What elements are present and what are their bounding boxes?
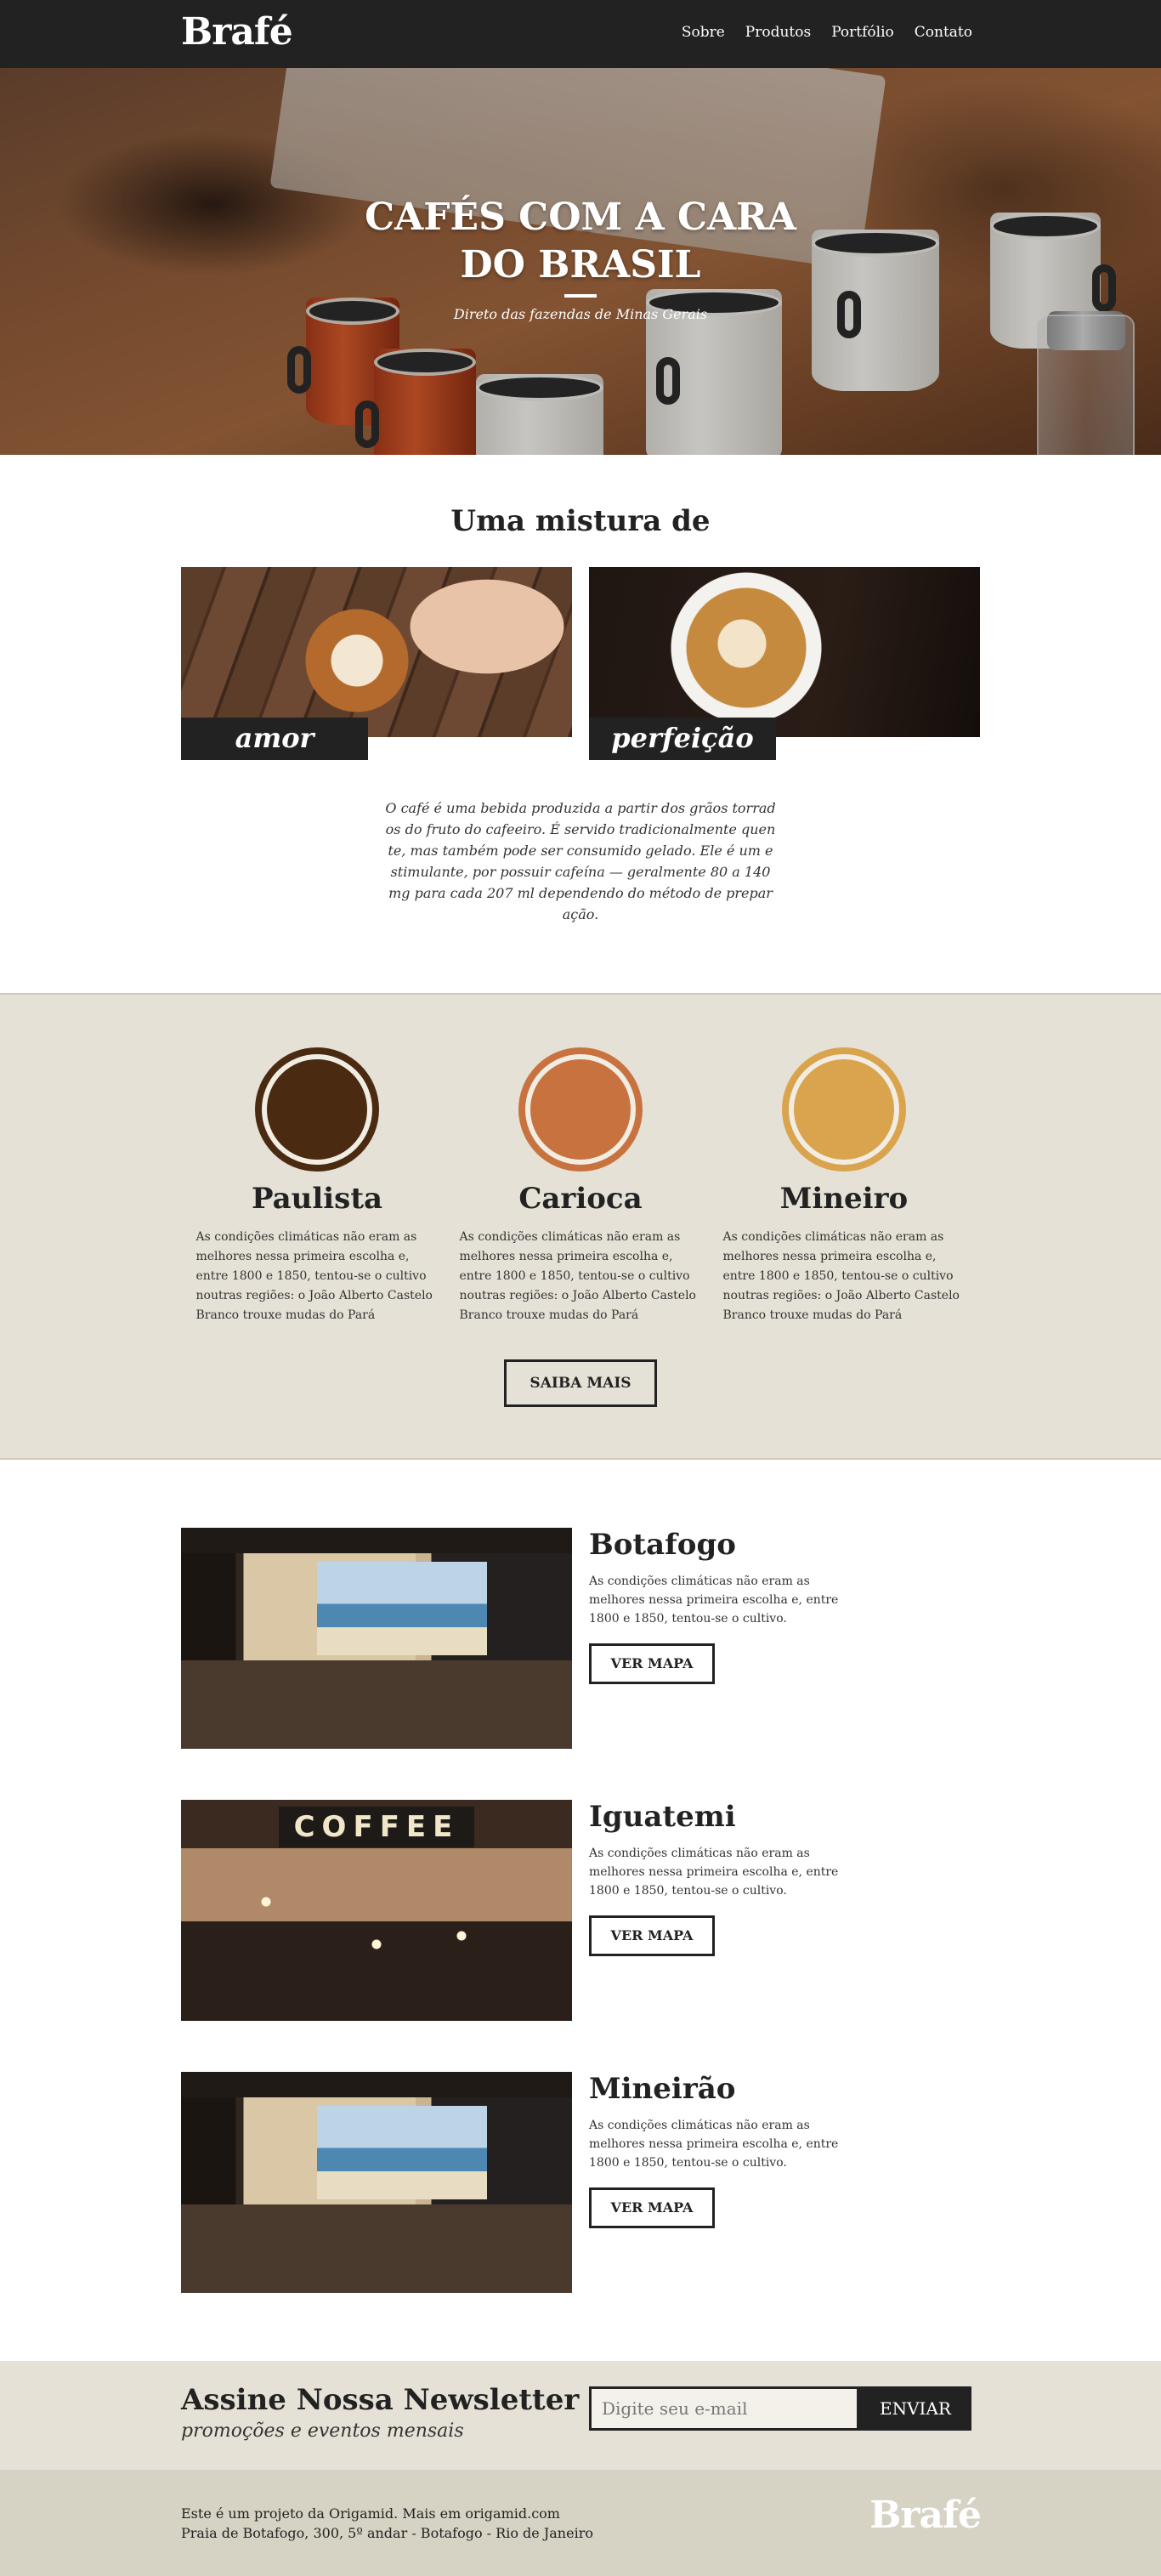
origin-description: As condições climáticas não eram as melh…	[722, 1230, 960, 1322]
origin-description: As condições climáticas não eram as melh…	[195, 1230, 433, 1322]
latte-pour-image	[589, 567, 980, 737]
footer-credit: Este é um projeto da Origamid. Mais em o…	[181, 2505, 560, 2522]
hero-subtitle: Direto das fazendas de Minas Gerais	[453, 306, 708, 322]
nav-link-sobre[interactable]: Sobre	[682, 24, 725, 41]
newsletter-title: Assine Nossa Newsletter	[181, 2383, 580, 2417]
mix-card-amor: amor	[181, 567, 572, 760]
mix-card-label: amor	[181, 718, 368, 760]
email-input[interactable]	[589, 2386, 859, 2431]
hero-content: CAFÉS COM A CARA DO BRASIL Direto das fa…	[0, 194, 1161, 322]
nav-link-contato[interactable]: Contato	[915, 24, 972, 41]
location-description: As condições climáticas não eram as melh…	[589, 2119, 839, 2170]
origins-section: Paulista As condições climáticas não era…	[0, 993, 1161, 1460]
mix-card-perfeicao: perfeição	[589, 567, 980, 760]
hero-title: CAFÉS COM A CARA DO BRASIL	[365, 196, 796, 287]
site-header: Brafé Sobre Produtos Portfólio Contato	[0, 0, 1161, 68]
nav-link-produtos[interactable]: Produtos	[745, 24, 811, 41]
origin-item: Mineiro As condições climáticas não eram…	[723, 1054, 966, 1325]
origin-name: Paulista	[251, 1182, 383, 1216]
origin-item: Carioca As condições climáticas não eram…	[460, 1054, 702, 1325]
enviar-button[interactable]: ENVIAR	[859, 2386, 971, 2431]
main-nav: Sobre Produtos Portfólio Contato	[682, 24, 972, 41]
intro-paragraph: O café é uma bebida produzida a partir d…	[385, 800, 776, 922]
location-description: As condições climáticas não eram as melh…	[589, 1847, 839, 1898]
intro-section: Uma mistura de amor perfeição O café é u…	[0, 455, 1161, 993]
footer-info: Este é um projeto da Origamid. Mais em o…	[181, 2504, 593, 2543]
footer-logo: Brafé	[869, 2494, 982, 2537]
location-description: As condições climáticas não eram as melh…	[589, 1575, 839, 1626]
brand-logo[interactable]: Brafé	[181, 10, 293, 54]
saiba-mais-button[interactable]: SAIBA MAIS	[504, 1359, 657, 1407]
hero-divider	[564, 294, 597, 298]
origin-color-circle	[262, 1054, 372, 1165]
nav-link-portfolio[interactable]: Portfólio	[831, 24, 894, 41]
location-item: Botafogo As condições climáticas não era…	[181, 1528, 1161, 1749]
ver-mapa-button[interactable]: VER MAPA	[589, 2187, 715, 2228]
origin-color-circle	[789, 1054, 899, 1165]
mix-cards: amor perfeição	[0, 567, 1161, 760]
newsletter-form: ENVIAR	[589, 2386, 971, 2431]
footer-address: Praia de Botafogo, 300, 5º andar - Botaf…	[181, 2525, 593, 2541]
intro-title: Uma mistura de	[450, 504, 711, 538]
location-photo	[181, 1528, 572, 1749]
newsletter-section: Assine Nossa Newsletter promoções e even…	[0, 2361, 1161, 2470]
location-item: COFFEE Iguatemi As condições climáticas …	[181, 1800, 1161, 2021]
location-item: Mineirão As condições climáticas não era…	[181, 2072, 1161, 2293]
origin-description: As condições climáticas não eram as melh…	[459, 1230, 696, 1322]
location-name: Botafogo	[589, 1528, 736, 1562]
location-name: Iguatemi	[589, 1800, 736, 1834]
hero-banner: CAFÉS COM A CARA DO BRASIL Direto das fa…	[0, 68, 1161, 455]
location-photo	[181, 2072, 572, 2293]
origin-item: Paulista As condições climáticas não era…	[196, 1054, 439, 1325]
locations-section: Botafogo As condições climáticas não era…	[0, 1460, 1161, 2361]
coffee-sign: COFFEE	[279, 1807, 474, 1847]
latte-art-heart-image	[181, 567, 572, 737]
origin-color-circle	[525, 1054, 636, 1165]
origin-list: Paulista As condições climáticas não era…	[0, 1054, 1161, 1325]
ver-mapa-button[interactable]: VER MAPA	[589, 1643, 715, 1684]
location-photo: COFFEE	[181, 1800, 572, 2021]
location-name: Mineirão	[589, 2072, 736, 2106]
site-footer: Este é um projeto da Origamid. Mais em o…	[0, 2470, 1161, 2576]
origin-name: Carioca	[518, 1182, 643, 1216]
mix-card-label: perfeição	[589, 718, 776, 760]
origin-name: Mineiro	[779, 1182, 909, 1216]
newsletter-subtitle: promoções e eventos mensais	[181, 2420, 464, 2442]
ver-mapa-button[interactable]: VER MAPA	[589, 1915, 715, 1956]
